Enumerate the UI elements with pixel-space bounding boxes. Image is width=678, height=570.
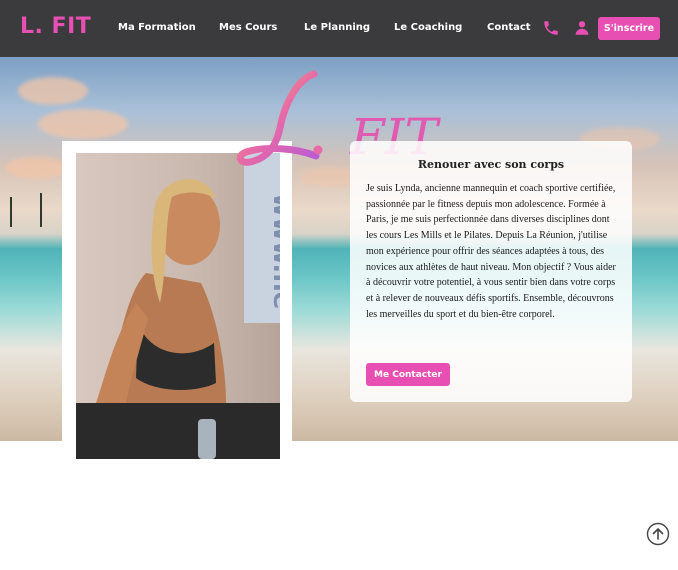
phone-icon[interactable]: [542, 19, 560, 37]
user-icon[interactable]: [573, 19, 591, 37]
svg-text:www.ne: www.ne: [267, 193, 280, 309]
nav-item-le-coaching[interactable]: Le Coaching: [394, 22, 462, 33]
nav-item-mes-cours[interactable]: Mes Cours: [219, 22, 277, 33]
signup-button[interactable]: S'inscrire: [598, 17, 660, 40]
intro-paragraph: Je suis Lynda, ancienne mannequin et coa…: [366, 183, 616, 320]
nav-item-contact[interactable]: Contact: [487, 22, 531, 33]
nav-item-ma-formation[interactable]: Ma Formation: [118, 22, 196, 33]
contact-me-button[interactable]: Me Contacter: [366, 363, 450, 386]
nav-item-le-planning[interactable]: Le Planning: [304, 22, 370, 33]
arrow-up-circle-icon[interactable]: [646, 522, 670, 546]
intro-title: Renouer avec son corps: [417, 158, 565, 171]
navbar: L. FIT Ma Formation Mes Cours Le Plannin…: [0, 0, 678, 57]
site-logo[interactable]: L. FIT: [20, 14, 91, 39]
coach-photo: www.ne: [76, 153, 280, 459]
intro-card: Renouer avec son corps Je suis Lynda, an…: [350, 141, 632, 402]
